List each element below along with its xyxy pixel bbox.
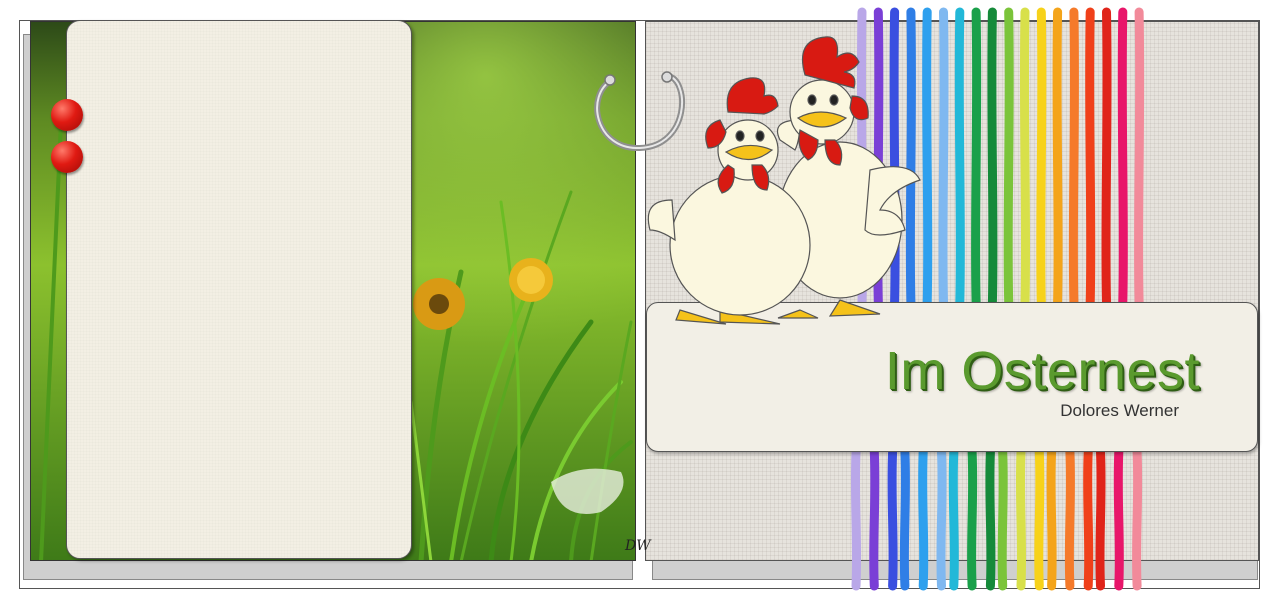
chickens-illustration [647,36,921,325]
artist-signature: DW [625,538,651,554]
